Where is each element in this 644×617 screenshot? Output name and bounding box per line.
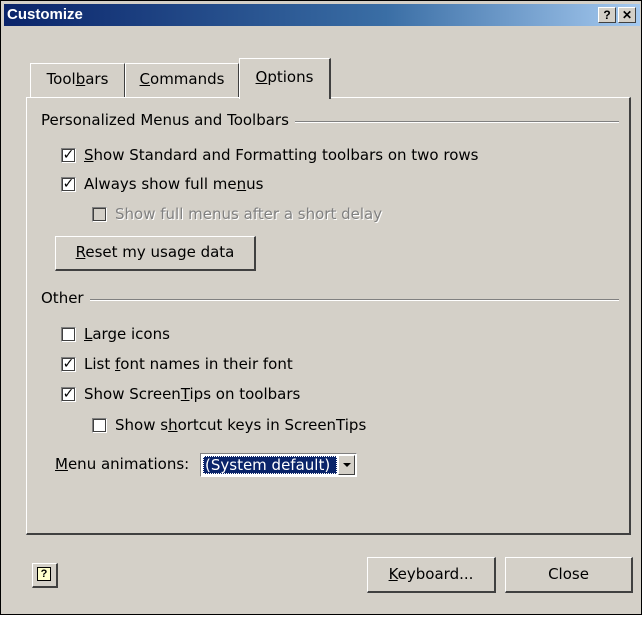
checkmark-icon: ✓ <box>62 176 75 192</box>
checkmark-icon: ✓ <box>62 356 75 372</box>
tab-label-part: ptions <box>267 68 314 86</box>
question-mark-icon: ? <box>603 8 611 22</box>
tab-label-accel: C <box>139 70 151 88</box>
checkmark-icon: ✓ <box>62 386 75 402</box>
tab-options[interactable]: Options <box>239 58 331 99</box>
close-button[interactable]: Close <box>505 557 633 593</box>
shortcut-keys-label: Show shortcut keys in ScreenTips <box>115 416 367 434</box>
button-label-part: eset my usage data <box>85 243 235 261</box>
menu-animations-value: (System default) <box>203 456 337 474</box>
short-delay-label: Show full menus after a short delay <box>115 205 383 223</box>
font-names-checkbox[interactable]: ✓ <box>61 357 76 372</box>
group-label-personalized: Personalized Menus and Toolbars <box>41 111 295 129</box>
close-icon: ✕ <box>621 8 633 22</box>
customize-dialog: Customize ? ✕ Toolbars Commands Options … <box>0 0 642 615</box>
screentips-label: Show ScreenTips on toolbars <box>84 385 301 403</box>
tab-label-part: ommands <box>150 70 225 88</box>
group-divider <box>41 299 619 301</box>
tab-label-part: ars <box>85 70 109 88</box>
title-bar: Customize ? ✕ <box>4 4 640 26</box>
button-label-part: eyboard... <box>397 565 474 583</box>
large-icons-checkbox[interactable] <box>61 327 76 342</box>
window-title: Customize <box>7 6 83 23</box>
menu-animations-label: Menu animations: <box>55 455 190 473</box>
short-delay-checkbox <box>92 207 107 222</box>
chevron-down-icon[interactable] <box>338 455 355 475</box>
tab-label-accel: b <box>75 70 86 88</box>
button-label-accel: K <box>388 565 398 583</box>
full-menus-checkbox[interactable]: ✓ <box>61 177 76 192</box>
keyboard-button[interactable]: Keyboard... <box>367 557 496 593</box>
tab-label-part: Tool <box>46 70 76 88</box>
help-title-button[interactable]: ? <box>598 7 616 23</box>
shortcut-keys-checkbox[interactable] <box>92 418 107 433</box>
two-rows-label: Show Standard and Formatting toolbars on… <box>84 146 479 164</box>
help-button[interactable]: ? <box>32 563 58 588</box>
large-icons-label: Large icons <box>84 325 170 343</box>
help-icon: ? <box>37 567 51 581</box>
checkmark-icon: ✓ <box>62 147 75 163</box>
button-label-accel: R <box>75 243 86 261</box>
tab-commands[interactable]: Commands <box>125 63 239 97</box>
two-rows-checkbox[interactable]: ✓ <box>61 148 76 163</box>
tab-label-accel: O <box>255 68 268 86</box>
menu-animations-select[interactable]: (System default) <box>200 453 357 477</box>
close-title-button[interactable]: ✕ <box>618 7 636 23</box>
tab-toolbars[interactable]: Toolbars <box>30 63 125 97</box>
group-label-other: Other <box>41 289 90 307</box>
screentips-checkbox[interactable]: ✓ <box>61 387 76 402</box>
reset-usage-button[interactable]: Reset my usage data <box>55 236 256 271</box>
full-menus-label: Always show full menus <box>84 175 264 193</box>
font-names-label: List font names in their font <box>84 355 293 373</box>
